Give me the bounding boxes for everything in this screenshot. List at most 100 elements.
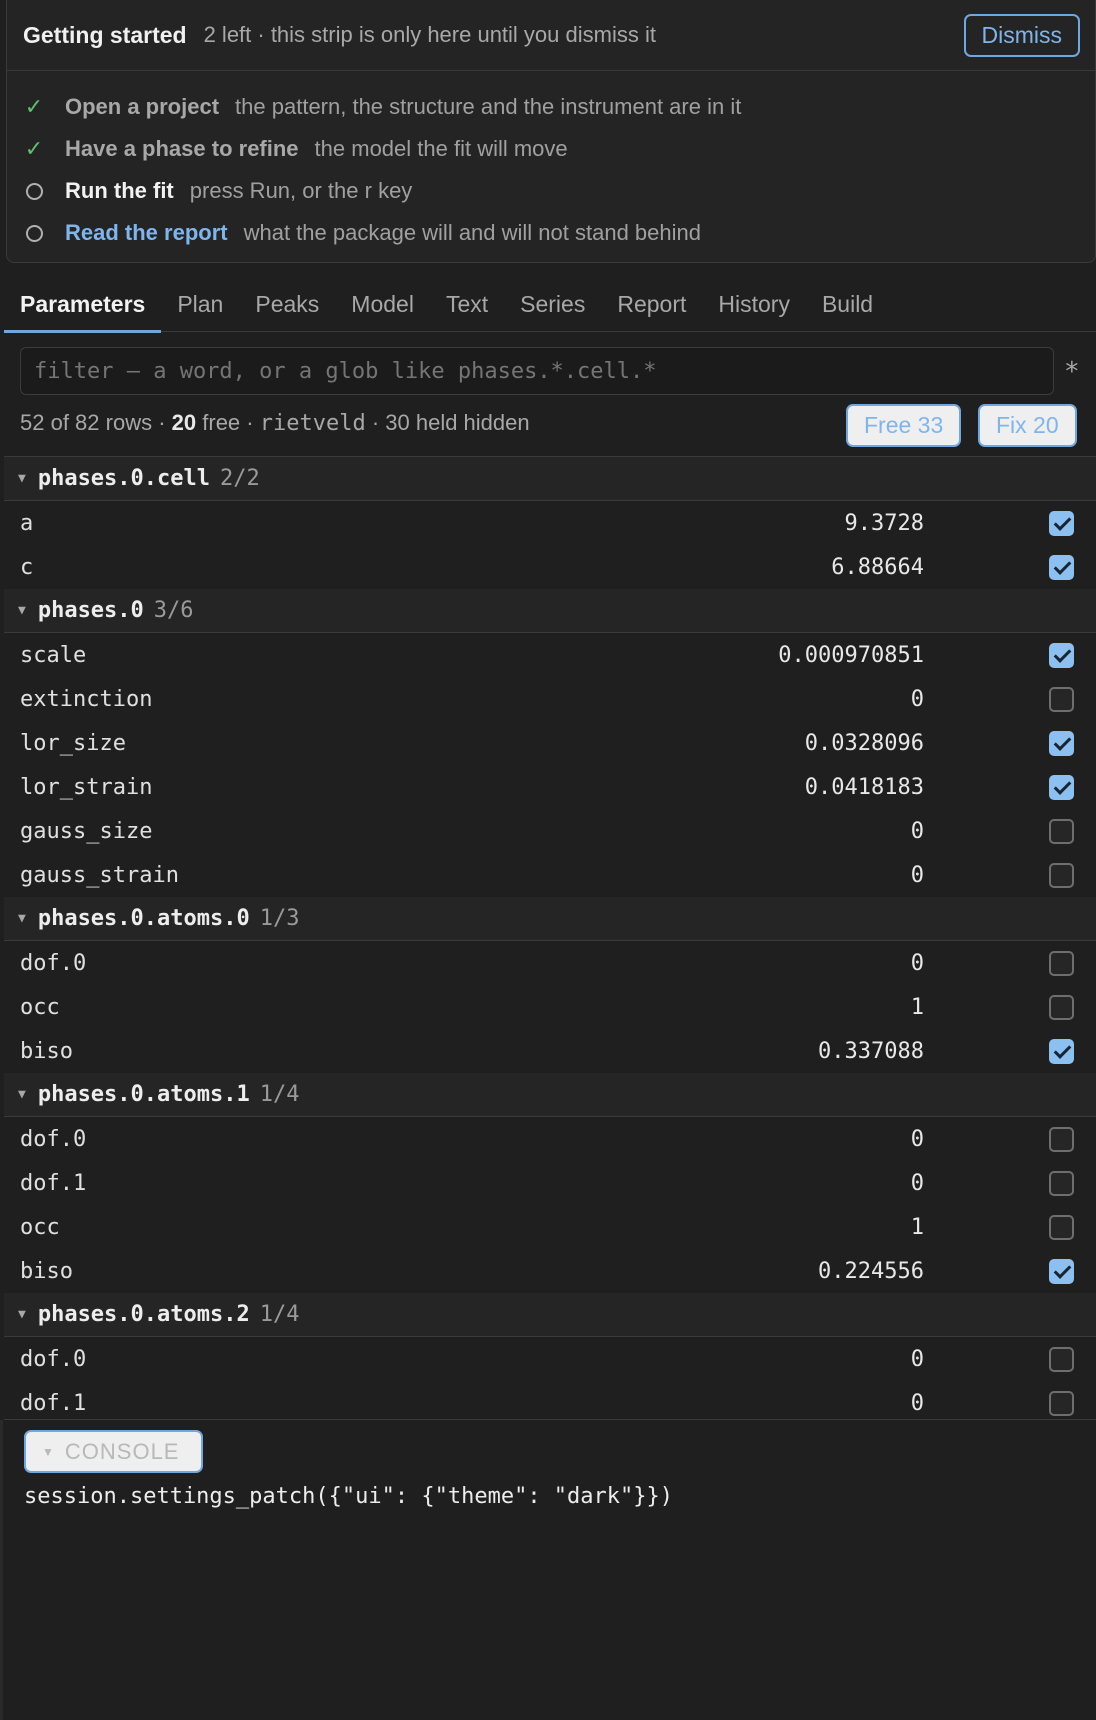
tab-bar: Parameters Plan Peaks Model Text Series Report… bbox=[4, 282, 1096, 333]
chevron-down-icon: ▼ bbox=[18, 603, 26, 618]
parameter-name: extinction bbox=[20, 686, 153, 712]
parameter-name: a bbox=[20, 510, 34, 536]
parameter-value[interactable]: 0 bbox=[911, 819, 924, 844]
checkmark-icon: ✓ bbox=[24, 136, 44, 161]
parameter-value[interactable]: 0.0418183 bbox=[805, 775, 924, 800]
getting-started-strip: Getting started 2 left · this strip is o… bbox=[6, 0, 1096, 263]
parameter-value[interactable]: 9.3728 bbox=[845, 511, 924, 536]
chevron-down-icon: ▼ bbox=[18, 911, 26, 926]
refine-checkbox[interactable] bbox=[1049, 1126, 1074, 1152]
tab-report[interactable]: Report bbox=[601, 282, 702, 332]
strip-title: Getting started bbox=[23, 21, 187, 48]
group-header[interactable]: ▼ phases.0.atoms.0 1/3 bbox=[4, 897, 1096, 941]
console-command-line[interactable]: session.settings_patch({"ui": {"theme": … bbox=[24, 1484, 673, 1509]
group-header[interactable]: ▼ phases.0.cell 2/2 bbox=[4, 457, 1096, 501]
parameter-row: dof.0 0 bbox=[4, 941, 1096, 985]
refine-checkbox[interactable] bbox=[1049, 554, 1074, 580]
chevron-down-icon: ▼ bbox=[42, 1444, 55, 1459]
parameter-value[interactable]: 1 bbox=[911, 1215, 924, 1240]
checkmark-icon: ✓ bbox=[24, 94, 44, 119]
parameter-value[interactable]: 1 bbox=[911, 995, 924, 1020]
tab-parameters[interactable]: Parameters bbox=[4, 282, 162, 333]
parameter-table: ▼ phases.0.cell 2/2 a 9.3728 c 6.88664 ▼ phases.… bbox=[4, 456, 1096, 1420]
glob-toggle-icon[interactable]: * bbox=[1064, 357, 1080, 387]
parameter-row: biso 0.337088 bbox=[4, 1029, 1096, 1073]
free-all-button[interactable]: Free 33 bbox=[846, 404, 962, 447]
tab-plan[interactable]: Plan bbox=[161, 282, 239, 332]
parameter-row: scale 0.000970851 bbox=[4, 633, 1096, 677]
refine-checkbox[interactable] bbox=[1049, 1170, 1074, 1196]
parameter-name: dof.0 bbox=[20, 1126, 87, 1152]
parameter-value[interactable]: 0 bbox=[911, 687, 924, 712]
dismiss-button[interactable]: Dismiss bbox=[963, 14, 1080, 57]
parameter-row: occ 1 bbox=[4, 1205, 1096, 1249]
refine-checkbox[interactable] bbox=[1049, 818, 1074, 844]
free-count: 20 bbox=[171, 410, 197, 435]
parameter-row: extinction 0 bbox=[4, 677, 1096, 721]
group-header[interactable]: ▼ phases.0 3/6 bbox=[4, 589, 1096, 633]
parameter-name: dof.1 bbox=[20, 1390, 87, 1416]
step-label: Run the fit bbox=[65, 178, 174, 203]
parameter-name: biso bbox=[20, 1258, 73, 1284]
parameter-value[interactable]: 0 bbox=[911, 1171, 924, 1196]
tab-build[interactable]: Build bbox=[806, 282, 889, 332]
parameter-value[interactable]: 0 bbox=[911, 1127, 924, 1152]
fix-all-button[interactable]: Fix 20 bbox=[978, 404, 1077, 447]
refine-checkbox[interactable] bbox=[1049, 1390, 1074, 1416]
empty-circle-icon bbox=[25, 224, 43, 242]
onboarding-step: ✓ Open a project the pattern, the structur… bbox=[7, 86, 1095, 128]
parameter-value[interactable]: 0 bbox=[911, 863, 924, 888]
refine-checkbox[interactable] bbox=[1049, 1346, 1074, 1372]
tab-history[interactable]: History bbox=[702, 282, 806, 332]
refine-checkbox[interactable] bbox=[1049, 774, 1074, 800]
refine-checkbox[interactable] bbox=[1049, 950, 1074, 976]
refine-checkbox[interactable] bbox=[1049, 1038, 1074, 1064]
parameter-row: dof.1 0 bbox=[4, 1381, 1096, 1419]
onboarding-step: Run the fit press Run, or the r key bbox=[7, 170, 1095, 212]
refine-checkbox[interactable] bbox=[1049, 862, 1074, 888]
parameter-value[interactable]: 0 bbox=[911, 1347, 924, 1372]
parameter-value[interactable]: 0.0328096 bbox=[805, 731, 924, 756]
chevron-down-icon: ▼ bbox=[18, 471, 26, 486]
step-description: the pattern, the structure and the instr… bbox=[235, 94, 742, 119]
refine-checkbox[interactable] bbox=[1049, 642, 1074, 668]
step-status: ✓ bbox=[23, 94, 45, 120]
filter-input[interactable] bbox=[20, 347, 1054, 395]
group-name: phases.0.atoms.1 bbox=[37, 1082, 250, 1107]
engine-name: rietveld bbox=[259, 411, 366, 436]
group-name: phases.0.atoms.2 bbox=[37, 1302, 250, 1327]
tab-model[interactable]: Model bbox=[335, 282, 430, 332]
parameter-name: occ bbox=[20, 994, 60, 1020]
step-description: what the package will and will not stand… bbox=[243, 220, 701, 245]
step-label[interactable]: Read the report bbox=[65, 220, 228, 246]
parameter-row: lor_strain 0.0418183 bbox=[4, 765, 1096, 809]
group-header[interactable]: ▼ phases.0.atoms.1 1/4 bbox=[4, 1073, 1096, 1117]
refine-checkbox[interactable] bbox=[1049, 510, 1074, 536]
tab-series[interactable]: Series bbox=[504, 282, 601, 332]
group-count: 1/4 bbox=[259, 1302, 300, 1327]
group-count: 1/4 bbox=[259, 1082, 300, 1107]
group-header[interactable]: ▼ phases.0.atoms.2 1/4 bbox=[4, 1293, 1096, 1337]
parameter-name: lor_size bbox=[20, 730, 126, 756]
parameter-name: dof.0 bbox=[20, 950, 87, 976]
refine-checkbox[interactable] bbox=[1049, 686, 1074, 712]
parameter-value[interactable]: 0.000970851 bbox=[778, 643, 924, 668]
parameter-name: c bbox=[20, 554, 34, 580]
parameter-value[interactable]: 0.224556 bbox=[818, 1259, 924, 1284]
tab-text[interactable]: Text bbox=[430, 282, 504, 332]
parameter-value[interactable]: 0.337088 bbox=[818, 1039, 924, 1064]
refine-checkbox[interactable] bbox=[1049, 1258, 1074, 1284]
hidden-count: 30 held hidden bbox=[385, 410, 530, 435]
group-count: 2/2 bbox=[220, 466, 260, 491]
parameter-value[interactable]: 0 bbox=[911, 1391, 924, 1416]
refine-checkbox[interactable] bbox=[1049, 1214, 1074, 1240]
tab-peaks[interactable]: Peaks bbox=[239, 282, 335, 332]
parameter-value[interactable]: 0 bbox=[911, 951, 924, 976]
refine-checkbox[interactable] bbox=[1049, 730, 1074, 756]
parameter-value[interactable]: 6.88664 bbox=[831, 555, 924, 580]
onboarding-step: ✓ Have a phase to refine the model the fit… bbox=[7, 128, 1095, 170]
refine-checkbox[interactable] bbox=[1049, 994, 1074, 1020]
console-toggle-button[interactable]: ▼ CONSOLE bbox=[24, 1430, 203, 1473]
onboarding-step[interactable]: Read the report what the package will and… bbox=[7, 212, 1095, 254]
parameter-row: dof.1 0 bbox=[4, 1161, 1096, 1205]
